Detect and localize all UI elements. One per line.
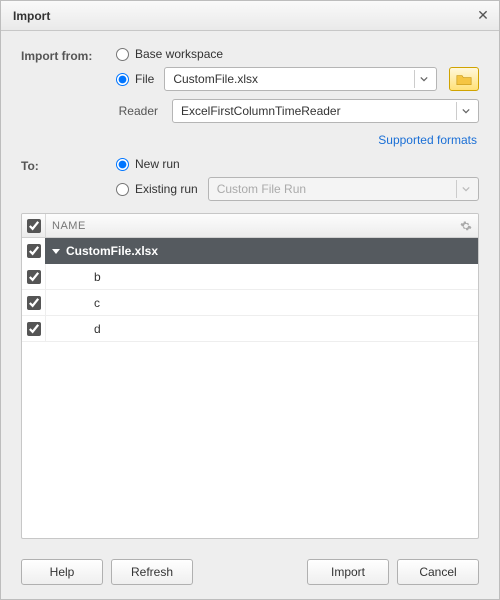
tree-header: NAME [22,214,478,238]
browse-file-button[interactable] [449,67,479,91]
chevron-down-icon[interactable] [414,70,432,88]
file-combo-value: CustomFile.xlsx [173,72,410,86]
tree-rows: CustomFile.xlsx b c [22,238,478,538]
tree-item-label: b [94,270,101,284]
radio-new-run-label: New run [135,157,180,171]
import-tree: NAME CustomFile.xlsx b [21,213,479,539]
tree-root-checkbox[interactable] [27,244,41,258]
import-from-section: Import from: Base workspace File CustomF… [21,47,479,123]
refresh-button[interactable]: Refresh [111,559,193,585]
cancel-button[interactable]: Cancel [397,559,479,585]
radio-existing-run[interactable] [116,183,129,196]
existing-run-placeholder: Custom File Run [217,182,452,196]
tree-header-name[interactable]: NAME [46,220,454,232]
chevron-down-icon [456,180,474,198]
tree-item-checkbox[interactable] [27,296,41,310]
file-combo[interactable]: CustomFile.xlsx [164,67,437,91]
tree-item-label: d [94,322,101,336]
dialog-body: Import from: Base workspace File CustomF… [1,31,499,547]
radio-base-workspace-label: Base workspace [135,47,223,61]
dialog-title: Import [13,9,50,23]
radio-file[interactable] [116,73,129,86]
radio-existing-run-label: Existing run [135,182,198,196]
folder-icon [456,73,472,86]
import-dialog: Import ✕ Import from: Base workspace Fil… [0,0,500,600]
dest-existing-run-radio[interactable]: Existing run [116,182,198,196]
tree-row-root[interactable]: CustomFile.xlsx [22,238,478,264]
radio-file-label: File [135,72,154,86]
chevron-down-icon[interactable] [456,102,474,120]
source-file-radio[interactable]: File [116,72,154,86]
tree-item-label: c [94,296,100,310]
import-from-label: Import from: [21,47,116,63]
select-all-checkbox[interactable] [27,219,41,233]
import-button[interactable]: Import [307,559,389,585]
reader-label: Reader [116,104,166,118]
reader-combo-value: ExcelFirstColumnTimeReader [181,104,452,118]
tree-item-checkbox[interactable] [27,270,41,284]
existing-run-combo: Custom File Run [208,177,479,201]
help-button[interactable]: Help [21,559,103,585]
tree-row[interactable]: b [22,264,478,290]
reader-combo[interactable]: ExcelFirstColumnTimeReader [172,99,479,123]
expander-icon[interactable] [52,249,60,254]
gear-icon[interactable] [454,214,478,237]
close-icon[interactable]: ✕ [475,8,491,24]
button-bar: Help Refresh Import Cancel [1,547,499,599]
radio-base-workspace[interactable] [116,48,129,61]
tree-row[interactable]: c [22,290,478,316]
to-section: To: New run Existing run Custom File Run [21,157,479,201]
dest-new-run-radio[interactable]: New run [116,157,479,171]
tree-root-label: CustomFile.xlsx [66,244,158,258]
tree-item-checkbox[interactable] [27,322,41,336]
to-label: To: [21,157,116,173]
source-base-workspace-radio[interactable]: Base workspace [116,47,479,61]
supported-formats-link[interactable]: Supported formats [21,129,479,157]
radio-new-run[interactable] [116,158,129,171]
tree-row[interactable]: d [22,316,478,342]
titlebar: Import ✕ [1,1,499,31]
